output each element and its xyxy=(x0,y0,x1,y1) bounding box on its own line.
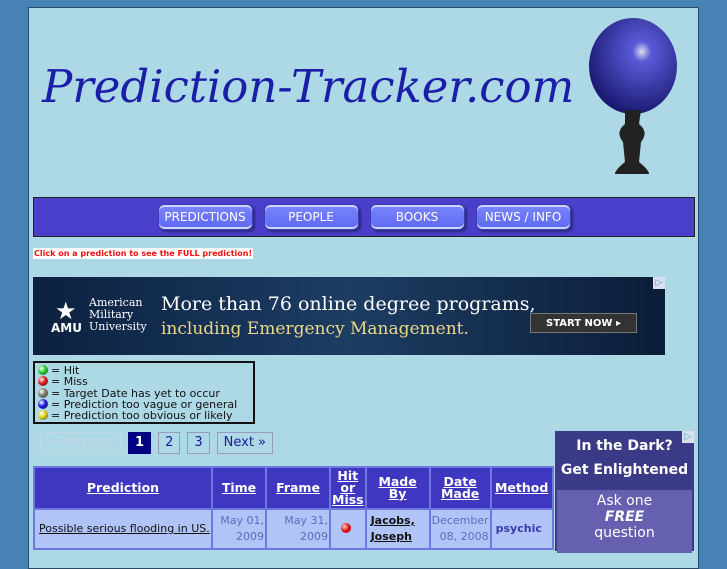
side-ad-line2: Get Enlightened xyxy=(560,462,689,478)
ad-start-now-button[interactable]: START NOW ▸ xyxy=(530,313,637,333)
legend-ball-icon xyxy=(38,365,48,375)
col-date-made[interactable]: Date Made xyxy=(430,468,490,508)
side-ad-line1: In the Dark? xyxy=(576,438,673,454)
time-cell: May 01, 2009 xyxy=(213,510,265,548)
next-page[interactable]: Next » xyxy=(216,432,274,454)
page-2[interactable]: 2 xyxy=(158,432,181,454)
legend-ball-icon xyxy=(38,376,48,387)
legend-ball-icon xyxy=(38,410,48,421)
ad-brand-abbr: AMU xyxy=(51,321,82,335)
legend-item: = Prediction too obvious or likely xyxy=(38,410,253,421)
date-made-cell: December 08, 2008 xyxy=(430,510,490,548)
made-by-link[interactable]: Jacobs, Joseph xyxy=(366,510,429,548)
prediction-link[interactable]: Possible serious flooding in US. xyxy=(35,510,211,548)
nav-predictions[interactable]: PREDICTIONS xyxy=(157,204,253,230)
pagination: « Previous 1 2 3 Next » xyxy=(40,432,274,454)
side-ad-line3: Ask one xyxy=(596,493,653,509)
nav-books[interactable]: BOOKS xyxy=(369,204,465,230)
side-ad-line4: FREE xyxy=(604,509,645,525)
predictions-table: Prediction Time Frame Hit or Miss Made B… xyxy=(33,466,554,550)
ad-banner[interactable]: ★ AMU American Military University More th… xyxy=(33,277,665,355)
ad-subline: including Emergency Management. xyxy=(161,319,469,339)
table-row: Possible serious flooding in US. May 01,… xyxy=(35,510,552,548)
col-made-by[interactable]: Made By xyxy=(366,468,429,508)
legend-ball-icon xyxy=(38,398,48,409)
adchoices-icon[interactable]: ▷ xyxy=(682,431,694,443)
legend: = Hit = Miss = Target Date has yet to occu… xyxy=(33,361,255,424)
miss-icon xyxy=(331,510,365,548)
col-method[interactable]: Method xyxy=(491,468,552,508)
adchoices-icon[interactable]: ▷ xyxy=(653,277,665,289)
main-nav: PREDICTIONS PEOPLE BOOKS NEWS / INFO xyxy=(33,197,695,237)
ad-brand: American Military University xyxy=(89,296,147,333)
ad-headline: More than 76 online degree programs, xyxy=(161,293,536,315)
nav-news-info[interactable]: NEWS / INFO xyxy=(475,204,571,230)
col-prediction[interactable]: Prediction xyxy=(35,468,211,508)
legend-label: = Prediction too obvious or likely xyxy=(51,409,233,423)
nav-people[interactable]: PEOPLE xyxy=(263,204,359,230)
crystal-ball-icon xyxy=(589,18,677,174)
col-time[interactable]: Time xyxy=(213,468,265,508)
page-1[interactable]: 1 xyxy=(128,432,152,454)
method-cell: psychic xyxy=(491,510,552,548)
frame-cell: May 31, 2009 xyxy=(267,510,329,548)
page-3[interactable]: 3 xyxy=(187,432,210,454)
notice-text: Click on a prediction to see the FULL pr… xyxy=(33,248,254,259)
previous-page: « Previous xyxy=(40,432,122,454)
side-ad-line5: question xyxy=(594,525,655,541)
site-logo[interactable]: Prediction-Tracker.com xyxy=(42,60,574,113)
col-hit-or-miss[interactable]: Hit or Miss xyxy=(331,468,365,508)
side-ad[interactable]: In the Dark? Get Enlightened Ask one FREE… xyxy=(555,431,694,553)
legend-ball-icon xyxy=(38,387,48,398)
col-frame[interactable]: Frame xyxy=(267,468,329,508)
